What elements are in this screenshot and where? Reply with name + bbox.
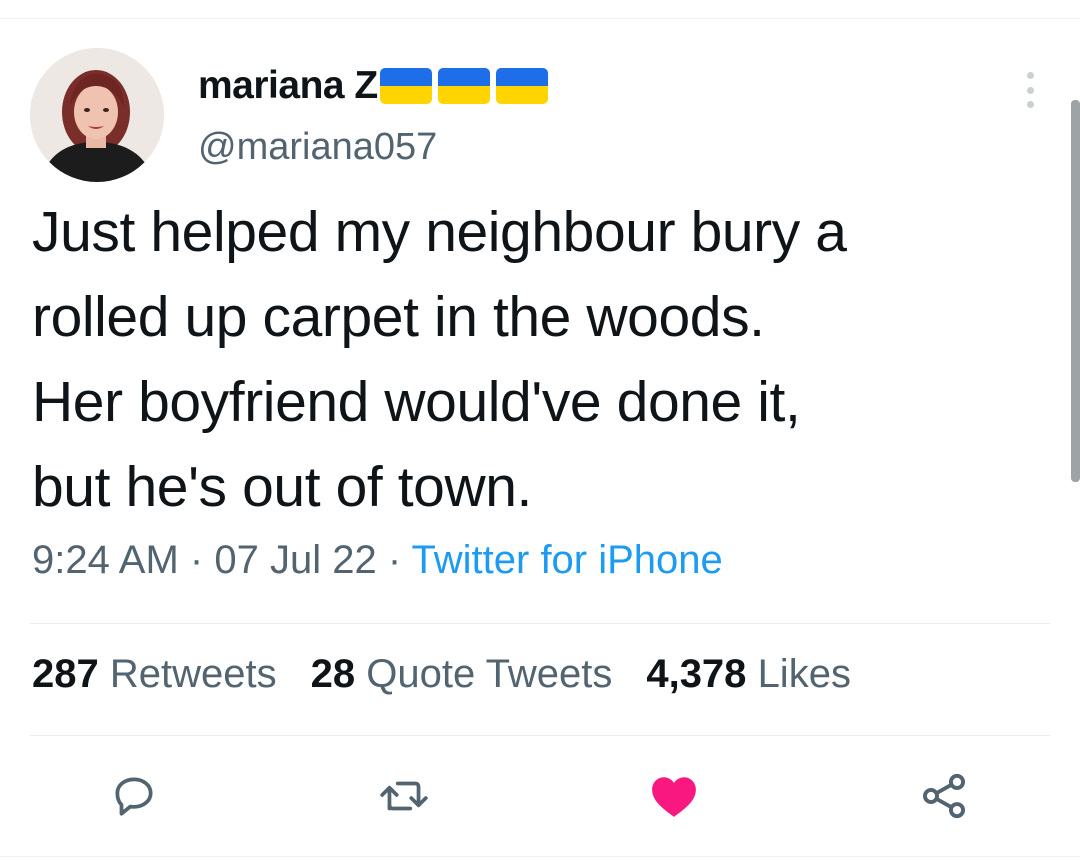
quote-tweets-label: Quote Tweets <box>366 652 613 696</box>
retweets-count: 287 <box>32 652 99 696</box>
share-icon <box>922 773 966 819</box>
bottom-divider <box>0 856 1080 857</box>
tweet-stats: 287 Retweets 28 Quote Tweets 4,378 Likes <box>32 652 851 697</box>
share-button[interactable] <box>908 760 980 832</box>
display-name[interactable]: mariana Z <box>198 64 378 108</box>
likes-stat[interactable]: 4,378 Likes <box>646 652 851 697</box>
quote-tweets-stat[interactable]: 28 Quote Tweets <box>311 652 613 697</box>
ukraine-flag-icon <box>495 68 548 104</box>
ukraine-flag-icon <box>379 68 432 104</box>
name-row: mariana Z <box>198 64 548 108</box>
retweet-icon <box>380 781 428 811</box>
tweet-header: mariana Z @mariana057 <box>30 48 1050 188</box>
ukraine-flag-icon <box>437 68 490 104</box>
reply-icon <box>115 777 153 816</box>
divider <box>30 623 1050 624</box>
user-handle[interactable]: @mariana057 <box>198 126 437 169</box>
avatar-image <box>30 48 164 182</box>
retweets-stat[interactable]: 287 Retweets <box>32 652 277 697</box>
avatar[interactable] <box>30 48 164 182</box>
tweet-text: Just helped my neighbour bury a rolled u… <box>32 200 847 519</box>
likes-label: Likes <box>757 652 851 696</box>
tweet-meta: 9:24 AM · 07 Jul 22 · Twitter for iPhone <box>32 538 723 583</box>
tweet-actions <box>0 760 1080 836</box>
meta-separator: · <box>189 538 204 582</box>
reply-button[interactable] <box>98 760 170 832</box>
flag-emojis <box>379 68 548 104</box>
quote-tweets-count: 28 <box>310 652 356 696</box>
meta-separator: · <box>387 538 402 582</box>
divider <box>30 735 1050 736</box>
top-divider <box>0 18 1080 19</box>
scrollbar[interactable] <box>1071 100 1080 482</box>
heart-icon <box>652 777 696 817</box>
likes-count: 4,378 <box>646 652 747 696</box>
retweets-label: Retweets <box>109 652 277 696</box>
retweet-button[interactable] <box>368 760 440 832</box>
tweet-source-link[interactable]: Twitter for iPhone <box>412 538 723 582</box>
tweet-date[interactable]: 07 Jul 22 <box>214 538 376 582</box>
tweet-time[interactable]: 9:24 AM <box>32 538 179 582</box>
more-options-icon[interactable] <box>1020 72 1040 108</box>
like-button[interactable] <box>638 760 710 832</box>
